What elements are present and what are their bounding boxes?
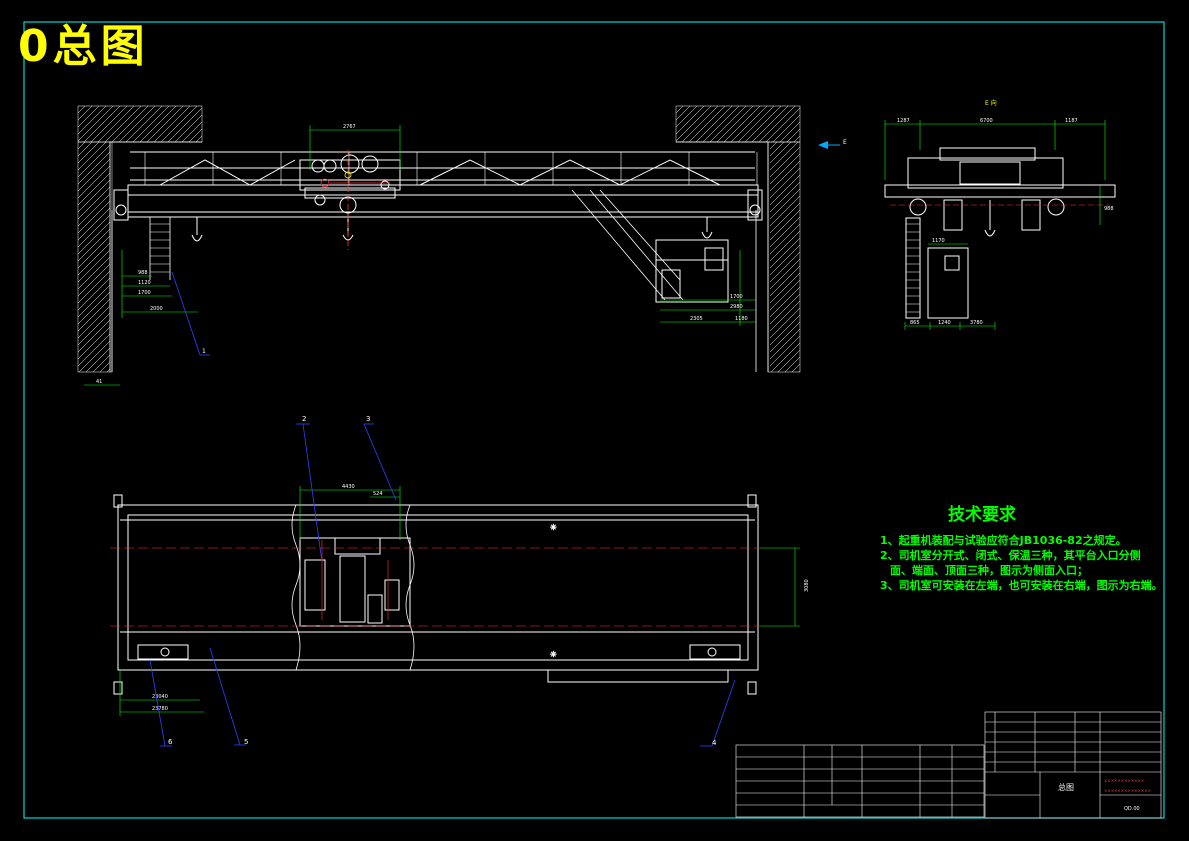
dim-end-bottom-c: 3780 (970, 320, 983, 326)
dim-cab-width-2: 2980 (730, 304, 743, 310)
direction-mark: E (843, 139, 847, 146)
callout-1-label: 1 (202, 348, 206, 355)
elevation-view: 2767 988 1120 1700 2000 41 1700 2980 230… (77, 105, 801, 386)
dim-end-bottom-b: 1240 (938, 320, 951, 326)
elevation-dimensions (84, 125, 756, 386)
callout-2-label: 2 (302, 415, 306, 423)
technical-requirements-title: 技术要求 (948, 505, 1016, 525)
dim-trolley-gauge: 2767 (343, 124, 356, 130)
requirement-line-1: 1、起重机装配与试验应符合JB1036-82之规定。 (880, 534, 1127, 547)
dim-plan-span-top: 4430 (342, 484, 355, 490)
dim-plan-bottom-b: 23780 (152, 706, 168, 712)
dim-left-c: 2000 (150, 306, 163, 312)
dim-cab-offset: 1180 (735, 316, 748, 322)
dim-cab-w: 1170 (932, 238, 945, 244)
callout-3-label: 3 (366, 415, 370, 423)
right-wall-hatch (675, 105, 801, 373)
dim-end-left: 1287 (897, 118, 910, 124)
plan-break-lines (291, 504, 415, 671)
dim-end-right: 1187 (1065, 118, 1078, 124)
view-direction-arrow: E (818, 139, 847, 149)
drawing-frame (23, 21, 1165, 819)
requirement-line-4: 3、司机室可安装在左端，也可安装在右端，图示为右端。 (880, 579, 1163, 592)
svg-text:✳: ✳ (550, 523, 557, 532)
plan-view: ✳ ✳ 4430 524 3080 23040 23780 2 3 4 5 6 (110, 415, 810, 747)
cad-drawing-canvas: 2767 988 1120 1700 2000 41 1700 2980 230… (23, 21, 1165, 819)
callout-1: 1 (171, 271, 210, 356)
left-wall-hatch (77, 105, 203, 373)
trolley-center (320, 150, 390, 250)
elevation-dim-text: 2767 988 1120 1700 2000 41 1700 2980 230… (96, 124, 748, 385)
hook-left (191, 217, 203, 242)
dim-end-height: 988 (1104, 206, 1114, 212)
hook-right (701, 217, 713, 239)
callout-5-label: 5 (244, 738, 248, 746)
dim-left-bottom: 41 (96, 379, 102, 385)
end-view-label: E 向 (985, 100, 997, 107)
dim-left-d: 988 (138, 270, 148, 276)
drawing-title: 0总图 (18, 21, 149, 72)
callout-6-label: 6 (168, 738, 173, 746)
dim-end-bottom-a: 865 (910, 320, 920, 326)
title-block-drawing-no: QD.00 (1124, 806, 1140, 812)
svg-text:✳: ✳ (550, 650, 557, 659)
dim-left-a: 1120 (138, 280, 151, 286)
title-block-name: 总图 (1058, 782, 1074, 792)
company-line-2: ×××××××××××××× (1104, 788, 1151, 793)
parts-list (984, 711, 1162, 819)
cab-stairs (571, 189, 684, 301)
operator-cab (655, 239, 729, 303)
requirement-line-2: 2、司机室分开式、闭式、保温三种，其平台入口分侧 (880, 549, 1141, 562)
dim-plan-height: 3080 (804, 579, 810, 592)
ladder-left (149, 217, 171, 280)
dim-left-b: 1700 (138, 290, 151, 296)
dim-plan-bottom-a: 23040 (152, 694, 168, 700)
dim-end-mid: 6700 (980, 118, 993, 124)
callout-4-label: 4 (712, 739, 717, 747)
end-truck-left (113, 189, 129, 221)
requirement-line-3: 面、端面、顶面三种，图示为侧面入口； (890, 564, 1088, 577)
title-block (735, 744, 985, 818)
bridge-girder (127, 151, 759, 218)
dim-cab-width-1: 1700 (730, 294, 743, 300)
dim-plan-sub: 524 (373, 491, 383, 497)
company-line-1: ×××××××××××× (1104, 778, 1144, 783)
dim-cab-depth: 2305 (690, 316, 703, 322)
end-view: 1287 6700 1187 988 1170 865 1240 3780 (884, 118, 1116, 330)
technical-requirements: 技术要求 1、起重机装配与试验应符合JB1036-82之规定。 2、司机室分开式… (880, 500, 1163, 593)
